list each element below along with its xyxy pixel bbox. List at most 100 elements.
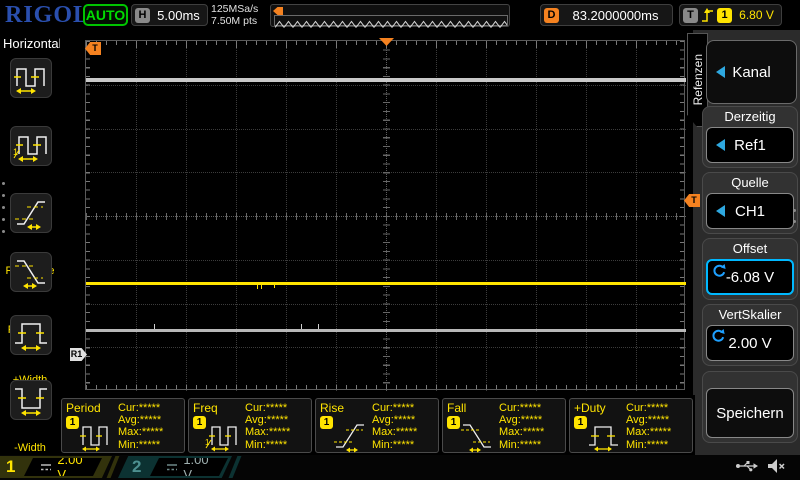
current-ref-value: Ref1: [734, 137, 766, 154]
waveform-preview: [270, 4, 510, 27]
menu-item-rise-time[interactable]: [10, 193, 52, 233]
rigol-logo: RIGOL: [5, 2, 90, 29]
scroll-dot: [2, 230, 5, 233]
measure-stats: Cur:***** Avg:***** Max:***** Min:*****: [118, 402, 163, 451]
ch1-glitch: [261, 285, 262, 289]
center-horizontal-ticks: [86, 213, 686, 220]
offset-value: -6.08 V: [726, 269, 774, 286]
save-group: Speichern: [702, 371, 798, 443]
measure-label: +Duty: [574, 401, 606, 415]
trigger-box: T 1 6.80 V: [679, 4, 782, 26]
top-status-bar: RIGOL AUTO H 5.00ms 125MSa/s 7.50M pts: [0, 0, 800, 30]
ref1-waveform-bottom: [86, 329, 686, 332]
vertical-scale-group: VertSkalier 2.00 V: [702, 304, 798, 366]
measure-cell-freq: Freq 1 1 Cur:***** Avg:***** Max:***** M…: [188, 398, 312, 453]
trigger-source-badge: 1: [717, 8, 732, 23]
ch1-glitch: [274, 285, 275, 288]
measure-stats: Cur:***** Avg:***** Max:***** Min:*****: [245, 402, 290, 451]
ch1-glitch: [257, 285, 258, 289]
trigger-slope-icon: [701, 7, 714, 23]
left-menu-title: Horizontal: [3, 36, 62, 51]
rise-time-icon: [13, 195, 49, 231]
trigger-level-marker[interactable]: T: [684, 194, 700, 207]
channel2-scale: 1.00 V: [183, 452, 216, 480]
vertical-scale-value: 2.00 V: [728, 335, 771, 352]
menu-item-period[interactable]: [10, 58, 52, 98]
channel2-scale-box: 1.00 V: [150, 458, 228, 476]
measure-label: Period: [66, 401, 101, 415]
plus-width-icon: [13, 317, 49, 353]
menu-item-freq[interactable]: 1: [10, 126, 52, 166]
fall-time-icon: [458, 415, 496, 453]
offset-title: Offset: [703, 239, 797, 259]
minus-width-icon: [13, 382, 49, 418]
channel1-scale-box: 2.00 V: [24, 458, 102, 476]
horizontal-measure-menu: Horizontal Period 1 Freq: [0, 30, 60, 455]
measure-cell-plus-duty: +Duty 1 Cur:***** Avg:***** Max:***** Mi…: [569, 398, 693, 453]
ref1-position-marker[interactable]: R1: [70, 348, 87, 361]
kanal-button-label: Kanal: [732, 64, 770, 81]
reference-menu-panel: Refenzen Kanal Derzeitig Ref1 Quelle CH1…: [693, 30, 800, 455]
horizontal-timebase-box: H 5.00ms: [131, 4, 208, 26]
current-ref-button[interactable]: Ref1: [706, 127, 794, 163]
channel-status-bar: 1 2.00 V 2 1.00 V: [0, 455, 800, 480]
knob-icon: [711, 263, 726, 278]
dc-coupling-icon: [166, 463, 177, 472]
ref-glitch: [318, 324, 319, 329]
knob-icon: [710, 328, 725, 343]
submenu-arrow-icon: [716, 139, 725, 151]
scroll-dot: [2, 206, 5, 209]
offset-group: Offset -6.08 V: [702, 238, 798, 300]
oscilloscope-screen: RIGOL AUTO H 5.00ms 125MSa/s 7.50M pts: [0, 0, 800, 480]
trigger-key-icon: T: [683, 8, 698, 23]
vertical-scale-button[interactable]: 2.00 V: [706, 325, 794, 361]
status-icons: [735, 458, 786, 474]
measurement-readout-bar: Period 1 Cur:***** Avg:***** Max:***** M…: [60, 395, 695, 455]
scroll-dot: [793, 209, 796, 212]
measure-stats: Cur:***** Avg:***** Max:***** Min:*****: [499, 402, 544, 451]
scroll-dot: [2, 218, 5, 221]
delay-box: D 83.2000000ms: [540, 4, 673, 26]
scroll-dot: [793, 220, 796, 223]
offset-button[interactable]: -6.08 V: [706, 259, 794, 295]
rise-time-icon: [331, 415, 369, 453]
channel1-badge[interactable]: 1 2.00 V: [0, 456, 112, 478]
speaker-muted-icon: [767, 458, 786, 474]
menu-item-minus-width[interactable]: [10, 380, 52, 420]
kanal-button[interactable]: Kanal: [706, 40, 797, 104]
dc-coupling-icon: [40, 463, 51, 472]
channel1-scale: 2.00 V: [57, 452, 90, 480]
source-title: Quelle: [703, 173, 797, 193]
timebase-value: 5.00ms: [150, 8, 207, 23]
plus-duty-icon: [585, 415, 623, 453]
submenu-arrow-icon: [716, 66, 725, 78]
ch1-waveform: [86, 282, 686, 285]
save-button[interactable]: Speichern: [706, 388, 794, 438]
channel1-number: 1: [6, 457, 15, 477]
source-button[interactable]: CH1: [706, 193, 794, 229]
source-value: CH1: [735, 203, 765, 220]
source-group: Quelle CH1: [702, 172, 798, 234]
channel2-number: 2: [132, 457, 141, 477]
menu-item-plus-width[interactable]: [10, 315, 52, 355]
memory-depth: 7.50M pts: [211, 15, 258, 27]
acquisition-status-badge: AUTO: [83, 4, 128, 26]
preview-waveform-strip: [274, 15, 508, 26]
measure-stats: Cur:***** Avg:***** Max:***** Min:*****: [626, 402, 671, 451]
channel2-badge[interactable]: 2 1.00 V: [118, 456, 232, 478]
measure-cell-period: Period 1 Cur:***** Avg:***** Max:***** M…: [61, 398, 185, 453]
waveform-display-area: T T R1: [60, 30, 695, 395]
measure-label: Freq: [193, 401, 218, 415]
badge-stripe: [229, 456, 242, 478]
freq-icon: 1: [204, 415, 242, 453]
ref1-waveform-top: [86, 78, 686, 82]
vertical-scale-title: VertSkalier: [703, 305, 797, 325]
scroll-dot: [2, 182, 5, 185]
preview-zigzag-icon: [275, 20, 507, 29]
freq-icon: 1: [13, 128, 49, 164]
ref-glitch: [301, 324, 302, 329]
menu-item-minus-width-label: -Width: [0, 442, 60, 454]
sample-rate-block: 125MSa/s 7.50M pts: [211, 3, 258, 27]
menu-item-fall-time[interactable]: [10, 252, 52, 292]
menu-tab-label: Refenzen: [691, 54, 705, 105]
